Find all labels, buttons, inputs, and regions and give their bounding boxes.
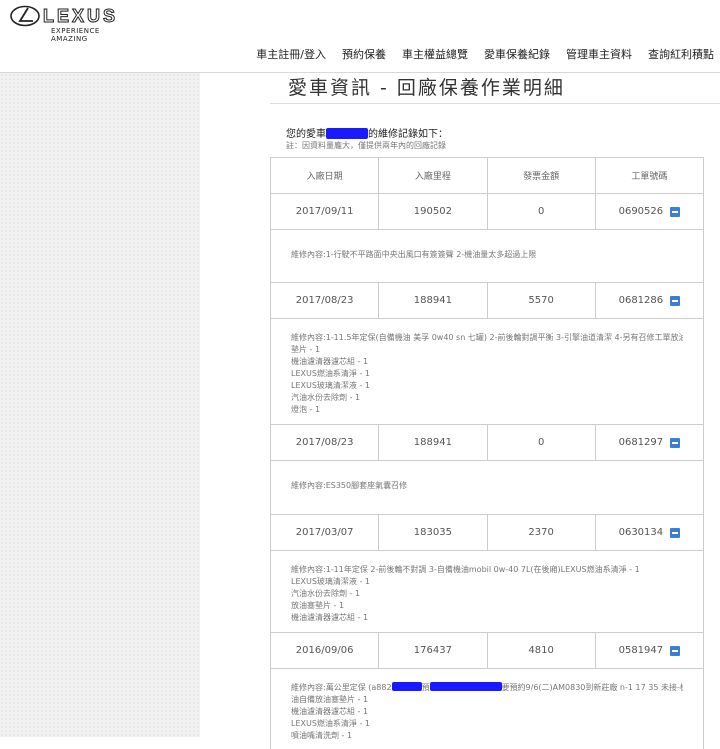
record-detail: 維修內容:1-11年定保 2-前後輪不對調 3-自備機油mobil 0w-40 …	[270, 551, 704, 633]
detail-start: 維修內容:萬公里定保 (a882	[291, 683, 392, 692]
nav-owner-login[interactable]: 車主註冊/登入	[256, 46, 326, 62]
header-work-order: 工單號碼	[631, 172, 668, 182]
table-row: 2016/09/06 176437 4810 0581947	[270, 633, 704, 669]
cell-mileage: 190502	[379, 194, 488, 229]
detail-line: LEXUS燃油系清淨 - 1	[291, 369, 370, 378]
cell-order: 0690526	[596, 194, 703, 229]
detail-line: 噴油嘴清洗劑 - 1	[291, 731, 353, 740]
order-number: 0690526	[618, 206, 664, 217]
logo-tagline: EXPERIENCE AMAZING	[51, 27, 100, 43]
record-detail: 維修內容:萬公里定保 (a882 預 要預約9/6(二)AM0830到新莊廠 n-1…	[270, 669, 704, 749]
detail-line: 機油濾清器濾芯組 - 1	[291, 357, 369, 366]
lexus-emblem-icon	[10, 5, 40, 27]
cell-amount: 5570	[488, 283, 596, 318]
detail-line: LEXUS玻璃清潔液 - 1	[291, 577, 370, 586]
cell-mileage: 188941	[379, 425, 488, 460]
table-row: 2017/08/23 188941 5570 0681286	[270, 283, 704, 319]
table-header-row: 入廠日期 入廠里程 發票金額 工單號碼	[270, 158, 704, 194]
table-row: 2017/08/23 188941 0 0681297	[270, 425, 704, 461]
detail-line: 維修內容:1-11.5年定保(自備機油 美孚 0w40 sn 七罐) 2-前後輪…	[291, 333, 683, 342]
cell-order: 0630134	[596, 515, 703, 550]
detail-line: 維修內容:1-11年定保 2-前後輪不對調 3-自備機油mobil 0w-40 …	[291, 565, 640, 574]
cell-amount: 2370	[488, 515, 596, 550]
redacted-plate	[326, 128, 368, 139]
order-number: 0630134	[618, 527, 664, 538]
collapse-minus-icon[interactable]	[670, 206, 681, 217]
order-number: 0681297	[618, 437, 664, 448]
collapse-minus-icon[interactable]	[670, 527, 681, 538]
lexus-logo[interactable]: LEXUS EXPERIENCE AMAZING	[10, 5, 135, 43]
collapse-minus-icon[interactable]	[670, 295, 681, 306]
nav-service-records[interactable]: 愛車保養紀錄	[484, 46, 550, 62]
cell-order: 0581947	[596, 633, 703, 668]
page-title: 愛車資訊 - 回廠保養作業明細	[288, 77, 565, 99]
cell-date: 2017/03/07	[271, 515, 380, 550]
cell-amount: 0	[488, 194, 596, 229]
main-content: 愛車資訊 - 回廠保養作業明細 您的愛車 的維修記錄如下： 註：因資料量龐大，僅提…	[200, 73, 720, 749]
logo-wordmark: LEXUS	[42, 6, 119, 27]
order-number: 0681286	[618, 295, 664, 306]
cell-mileage: 176437	[379, 633, 488, 668]
service-record-table: 入廠日期 入廠里程 發票金額 工單號碼 2017/09/11 190502 0 …	[270, 157, 704, 749]
cell-date: 2017/09/11	[271, 194, 380, 229]
detail-mid: 預	[421, 683, 430, 692]
redacted-block	[391, 682, 422, 691]
nav-bonus-points[interactable]: 查詢紅利積點	[648, 46, 714, 62]
detail-end: 要預約9/6(二)AM0830到新莊廠 n-1 17 35 未接-機	[501, 683, 683, 692]
intro-text: 您的愛車 的維修記錄如下：	[286, 125, 448, 140]
cell-amount: 4810	[488, 633, 596, 668]
nav-owner-benefits[interactable]: 車主權益總覽	[402, 46, 468, 62]
detail-line: 維修內容:ES350腳套座氣囊召修	[291, 481, 408, 490]
redacted-block	[429, 682, 502, 691]
detail-line: 汽油水份去除劑 - 1	[291, 589, 361, 598]
record-detail: 維修內容:ES350腳套座氣囊召修	[270, 461, 704, 515]
record-detail: 維修內容:1-11.5年定保(自備機油 美孚 0w40 sn 七罐) 2-前後輪…	[270, 319, 704, 425]
detail-line: LEXUS玻璃清潔液 - 1	[291, 381, 370, 390]
cell-order: 0681297	[596, 425, 703, 460]
detail-line: LEXUS燃油系清淨 - 1	[291, 719, 370, 728]
collapse-minus-icon[interactable]	[670, 437, 681, 448]
cell-date: 2016/09/06	[271, 633, 380, 668]
cell-mileage: 188941	[379, 283, 488, 318]
nav-book-service[interactable]: 預約保養	[342, 46, 386, 62]
detail-line: 放油塞墊片 - 1	[291, 601, 345, 610]
detail-line: 油自備放油塞墊片 - 1	[291, 695, 369, 704]
header-entry-date: 入廠日期	[271, 158, 380, 193]
nav-manage-owner-data[interactable]: 管理車主資料	[566, 46, 632, 62]
table-row: 2017/03/07 183035 2370 0630134	[270, 515, 704, 551]
site-header: LEXUS EXPERIENCE AMAZING 車主註冊/登入 預約保養 車主…	[0, 0, 720, 73]
table-row: 2017/09/11 190502 0 0690526	[270, 194, 704, 230]
detail-line: 機油濾清器濾芯組 - 1	[291, 707, 369, 716]
detail-line: 機油濾清器濾芯組 - 1	[291, 613, 369, 622]
cell-date: 2017/08/23	[271, 283, 380, 318]
intro-prefix: 您的愛車	[286, 129, 326, 140]
main-nav: 車主註冊/登入 預約保養 車主權益總覽 愛車保養紀錄 管理車主資料 查詢紅利積點	[240, 46, 714, 62]
cell-mileage: 183035	[379, 515, 488, 550]
detail-line: 維修內容:萬公里定保 (a882 預 要預約9/6(二)AM0830到新莊廠 n-1…	[291, 682, 683, 694]
detail-line: 墊片 - 1	[291, 345, 321, 354]
detail-line: 汽油水份去除劑 - 1	[291, 393, 361, 402]
title-divider	[270, 103, 720, 104]
order-number: 0581947	[618, 645, 664, 656]
cell-amount: 0	[488, 425, 596, 460]
side-background	[0, 73, 200, 737]
cell-order: 0681286	[596, 283, 703, 318]
record-detail: 維修內容:1-行駛不平路面中央出風口有簽簽聲 2-機油量太多超過上限	[270, 230, 704, 283]
collapse-minus-icon[interactable]	[670, 645, 681, 656]
detail-line: 維修內容:1-行駛不平路面中央出風口有簽簽聲 2-機油量太多超過上限	[291, 250, 537, 259]
intro-suffix: 的維修記錄如下：	[368, 129, 448, 140]
header-invoice-amount: 發票金額	[488, 158, 596, 193]
detail-line: 燈泡 - 1	[291, 405, 321, 414]
data-note: 註：因資料量龐大，僅提供兩年內的回廠記錄	[286, 141, 446, 150]
cell-date: 2017/08/23	[271, 425, 380, 460]
header-mileage: 入廠里程	[379, 158, 488, 193]
